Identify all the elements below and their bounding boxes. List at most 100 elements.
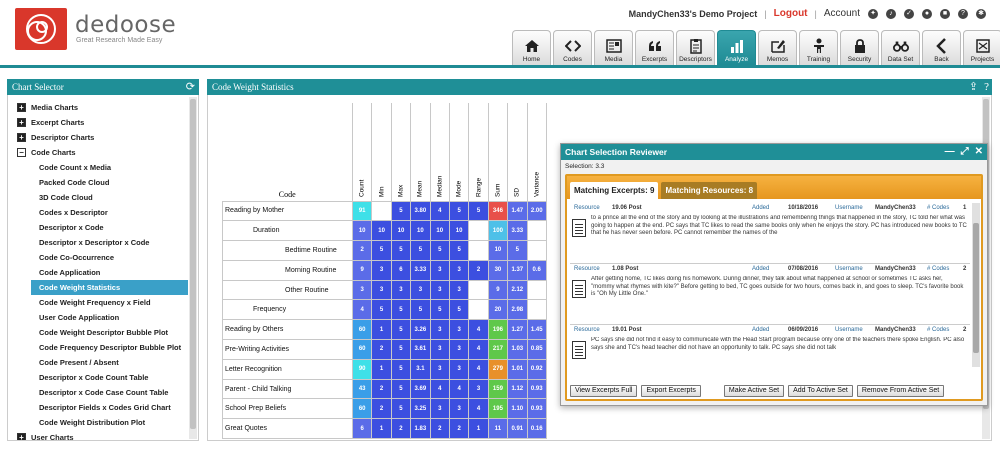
- camera-icon[interactable]: ■: [940, 8, 950, 19]
- nav-descriptors[interactable]: Descriptors: [676, 30, 715, 65]
- stat-cell[interactable]: 3: [468, 378, 489, 400]
- tree-item[interactable]: Descriptor Fields x Codes Grid Chart: [8, 400, 188, 415]
- stat-cell[interactable]: 5: [390, 200, 412, 222]
- column-header[interactable]: Mean: [410, 103, 431, 202]
- stat-cell[interactable]: 5: [429, 299, 450, 321]
- stat-cell[interactable]: 10: [351, 220, 373, 242]
- stat-cell[interactable]: 2: [448, 418, 470, 440]
- minimize-icon[interactable]: —: [945, 144, 955, 160]
- tree-item[interactable]: Code Count x Media: [8, 160, 188, 175]
- column-header[interactable]: SD: [507, 103, 528, 202]
- stat-cell[interactable]: 100: [487, 220, 509, 242]
- stat-cell[interactable]: 10: [448, 220, 470, 242]
- stat-cell[interactable]: 5: [390, 358, 412, 380]
- collapse-icon[interactable]: −: [17, 148, 26, 157]
- stat-cell[interactable]: 5: [468, 200, 489, 222]
- stat-cell[interactable]: [468, 220, 489, 242]
- stat-cell[interactable]: 10: [487, 240, 509, 261]
- export-excerpts-button[interactable]: Export Excerpts: [641, 385, 701, 397]
- stat-cell[interactable]: 5: [390, 319, 412, 341]
- stat-cell[interactable]: 5: [429, 240, 450, 261]
- stat-cell[interactable]: 60: [351, 339, 373, 360]
- stat-cell[interactable]: 9: [487, 279, 509, 301]
- column-header[interactable]: Count: [351, 103, 373, 202]
- scroll-thumb[interactable]: [190, 99, 196, 429]
- tree-group-descriptor-charts[interactable]: + Descriptor Charts: [8, 130, 188, 145]
- stat-cell[interactable]: 5: [371, 299, 392, 321]
- users-icon[interactable]: ●: [922, 8, 932, 19]
- tree-item[interactable]: Descriptor x Code Count Table: [8, 370, 188, 385]
- table-row[interactable]: Reading by Mother 91 5 3.80 4 5 5 346 1.47 2.00: [222, 200, 547, 222]
- tree-item[interactable]: Codes x Descriptor: [8, 205, 188, 220]
- table-row[interactable]: School Prep Beliefs 60 2 5 3.25 3 3 4 195 1.10 0.9…: [222, 398, 547, 420]
- column-header[interactable]: Min: [371, 103, 392, 202]
- code-cell[interactable]: Frequency: [222, 299, 353, 321]
- stat-cell[interactable]: 3.61: [410, 339, 431, 360]
- stat-cell[interactable]: 3.25: [410, 398, 431, 420]
- table-row[interactable]: Bedtime Routine 2 5 5 5 5 5 10 5: [222, 240, 547, 261]
- stat-cell[interactable]: 2.98: [507, 299, 528, 321]
- tree-item[interactable]: User Code Application: [8, 310, 188, 325]
- stat-cell[interactable]: 1.45: [526, 319, 547, 341]
- stat-cell[interactable]: 1.47: [507, 200, 528, 222]
- stat-cell[interactable]: 1.12: [507, 378, 528, 400]
- code-cell[interactable]: Morning Routine: [222, 259, 353, 281]
- remove-from-active-set-button[interactable]: Remove From Active Set: [856, 385, 945, 397]
- stat-cell[interactable]: 3.1: [410, 358, 431, 380]
- stat-cell[interactable]: [468, 279, 489, 301]
- stat-cell[interactable]: 1.10: [507, 398, 528, 420]
- nav-memos[interactable]: Memos: [758, 30, 797, 65]
- column-header[interactable]: Median: [429, 103, 450, 202]
- tab-matching-excerpts[interactable]: Matching Excerpts: 9: [570, 182, 659, 199]
- stat-cell[interactable]: 3: [448, 279, 470, 301]
- stat-cell[interactable]: 9: [351, 259, 373, 281]
- code-cell[interactable]: Parent - Child Talking: [222, 378, 353, 400]
- nav-home[interactable]: Home: [512, 30, 551, 65]
- check-icon[interactable]: ✓: [904, 8, 914, 19]
- stat-cell[interactable]: 159: [487, 378, 509, 400]
- tree-item-selected[interactable]: Code Weight Statistics: [31, 280, 188, 295]
- stat-cell[interactable]: 4: [468, 339, 489, 360]
- stat-cell[interactable]: 2: [390, 418, 412, 440]
- stat-cell[interactable]: 6: [390, 259, 412, 281]
- stat-cell[interactable]: 3.69: [410, 378, 431, 400]
- stat-cell[interactable]: 4: [429, 378, 450, 400]
- stat-cell[interactable]: 90: [351, 358, 373, 380]
- stat-cell[interactable]: 1: [371, 319, 392, 341]
- stat-cell[interactable]: 2: [371, 378, 392, 400]
- tree-item[interactable]: 3D Code Cloud: [8, 190, 188, 205]
- stat-cell[interactable]: 3: [429, 259, 450, 281]
- column-header[interactable]: Mode: [448, 103, 470, 202]
- tree-group-media-charts[interactable]: + Media Charts: [8, 100, 188, 115]
- column-header[interactable]: Max: [390, 103, 412, 202]
- stat-cell[interactable]: 5: [448, 299, 470, 321]
- stat-cell[interactable]: 195: [487, 398, 509, 420]
- settings-icon[interactable]: ✱: [976, 8, 986, 19]
- stat-cell[interactable]: 3: [448, 259, 470, 281]
- stat-cell[interactable]: 3: [371, 259, 392, 281]
- stat-cell[interactable]: 20: [487, 299, 509, 321]
- scroll-thumb[interactable]: [973, 223, 979, 353]
- nav-data-set[interactable]: Data Set: [881, 30, 920, 65]
- stat-cell[interactable]: 2: [371, 339, 392, 360]
- column-header[interactable]: Sum: [487, 103, 509, 202]
- stat-cell[interactable]: 3: [429, 398, 450, 420]
- stat-cell[interactable]: 10: [390, 220, 412, 242]
- stat-cell[interactable]: [468, 299, 489, 321]
- stat-cell[interactable]: [526, 279, 547, 301]
- stat-cell[interactable]: 1: [371, 358, 392, 380]
- stat-cell[interactable]: 0.91: [507, 418, 528, 440]
- stat-cell[interactable]: 4: [468, 319, 489, 341]
- close-icon[interactable]: ✕: [975, 144, 983, 160]
- view-excerpts-full-button[interactable]: View Excerpts Full: [570, 385, 638, 397]
- nav-back[interactable]: Back: [922, 30, 961, 65]
- tree-item[interactable]: Descriptor x Code Case Count Table: [8, 385, 188, 400]
- table-row[interactable]: Reading by Others 60 1 5 3.26 3 3 4 196 1.27 1.45: [222, 319, 547, 341]
- stat-cell[interactable]: [468, 240, 489, 261]
- stat-cell[interactable]: 3: [371, 279, 392, 301]
- stat-cell[interactable]: 0.93: [526, 378, 547, 400]
- stat-cell[interactable]: 1.83: [410, 418, 431, 440]
- table-row[interactable]: Other Routine 3 3 3 3 3 3 9 2.12: [222, 279, 547, 301]
- stat-cell[interactable]: 3: [429, 339, 450, 360]
- tab-matching-resources[interactable]: Matching Resources: 8: [661, 182, 758, 199]
